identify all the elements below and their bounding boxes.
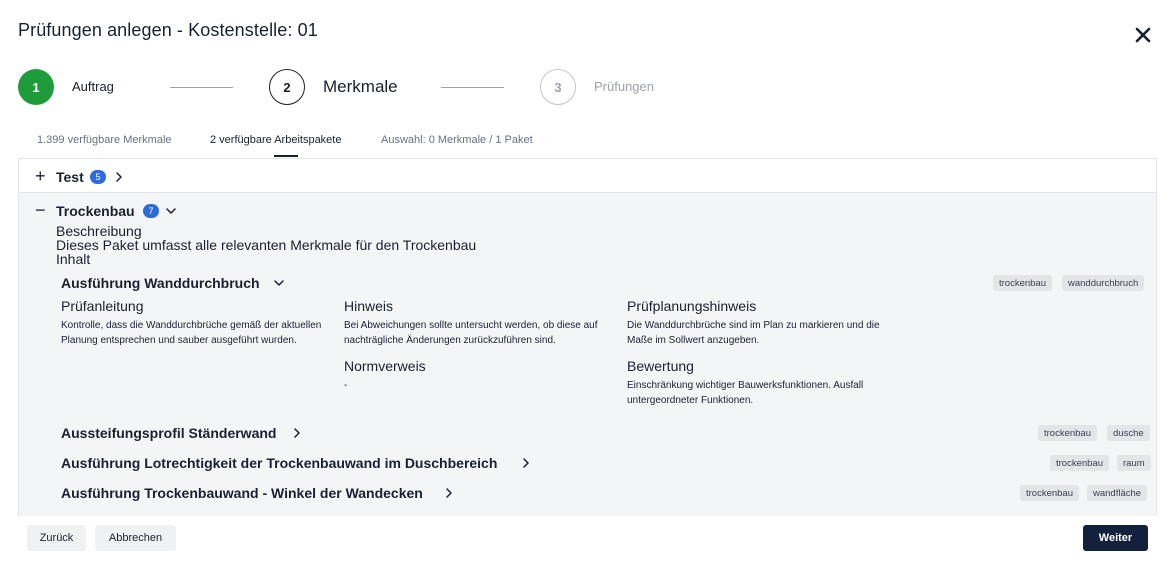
characteristic-title[interactable]: Ausführung Lotrechtigkeit der Trockenbau… (61, 455, 497, 471)
tag: trockenbau (993, 275, 1053, 291)
back-button[interactable]: Zurück (27, 525, 86, 551)
characteristic-title[interactable]: Ausführung Wanddurchbruch (61, 275, 260, 291)
tag: raum (1117, 455, 1151, 471)
tab-available-characteristics[interactable]: 1.399 verfügbare Merkmale (37, 134, 172, 146)
chevron-right-icon[interactable] (292, 428, 302, 438)
chevron-right-icon[interactable] (444, 488, 454, 498)
collapse-icon[interactable]: − (35, 201, 46, 219)
step-1-circle[interactable]: 1 (18, 69, 54, 105)
norm-reference-text: - (344, 380, 348, 391)
count-badge: 7 (143, 204, 159, 218)
package-list: + Test 5 − Trockenbau 7 Beschreibung Die… (18, 158, 1157, 516)
tag: trockenbau (1020, 485, 1080, 501)
tag: wanddurchbruch (1062, 275, 1145, 291)
tag: trockenbau (1050, 455, 1110, 471)
chevron-right-icon[interactable] (114, 172, 124, 182)
instruction-label: Prüfanleitung (61, 298, 144, 314)
tag: trockenbau (1038, 425, 1098, 441)
norm-reference-label: Normverweis (344, 358, 426, 374)
tag: wandfläche (1087, 485, 1148, 501)
planning-note-text: Die Wanddurchbrüche sind im Plan zu mark… (627, 320, 880, 346)
step-2-label: Merkmale (323, 77, 398, 96)
step-connector (170, 87, 233, 88)
package-name: Test (56, 169, 84, 185)
note-label: Hinweis (344, 298, 394, 314)
close-icon[interactable] (1133, 25, 1153, 45)
cancel-button[interactable]: Abbrechen (95, 525, 176, 551)
count-badge: 5 (90, 170, 106, 184)
step-3-circle[interactable]: 3 (540, 69, 576, 105)
tab-selection[interactable]: Auswahl: 0 Merkmale / 1 Paket (381, 134, 533, 146)
characteristic-title[interactable]: Aussteifungsprofil Ständerwand (61, 425, 276, 441)
package-trockenbau: − Trockenbau 7 Beschreibung Dieses Paket… (19, 193, 1156, 516)
tab-bar: 1.399 verfügbare Merkmale 2 verfügbare A… (37, 134, 737, 158)
package-description: Dieses Paket umfasst alle relevanten Mer… (56, 237, 477, 253)
note-text: Bei Abweichungen sollte untersucht werde… (344, 320, 598, 346)
step-2-circle[interactable]: 2 (269, 69, 305, 105)
next-button[interactable]: Weiter (1083, 525, 1148, 551)
chevron-right-icon[interactable] (521, 458, 531, 468)
rating-text: Einschränkung wichtiger Bauwerksfunktion… (627, 380, 864, 406)
tag: dusche (1107, 425, 1150, 441)
chevron-down-icon[interactable] (274, 278, 284, 288)
expand-icon[interactable]: + (35, 167, 46, 185)
content-label: Inhalt (56, 251, 91, 267)
characteristic-title[interactable]: Ausführung Trockenbauwand - Winkel der W… (61, 485, 423, 501)
package-name: Trockenbau (56, 203, 135, 219)
stepper: 1 Auftrag 2 Merkmale 3 Prüfungen (18, 69, 718, 105)
package-test-header[interactable]: + Test 5 (19, 159, 1156, 193)
tab-available-work-packages[interactable]: 2 verfügbare Arbeitspakete (210, 134, 341, 146)
active-tab-indicator (274, 155, 298, 157)
rating-label: Bewertung (627, 358, 694, 374)
planning-note-label: Prüfplanungshinweis (627, 298, 757, 314)
step-1-label: Auftrag (72, 79, 114, 94)
dialog-footer: Zurück Abbrechen Weiter (0, 516, 1175, 566)
instruction-text: Kontrolle, dass die Wanddurchbrüche gemä… (61, 320, 322, 346)
dialog-title: Prüfungen anlegen - Kostenstelle: 01 (18, 20, 318, 40)
step-3-label: Prüfungen (594, 79, 654, 94)
step-connector (441, 87, 504, 88)
chevron-down-icon[interactable] (166, 206, 176, 216)
